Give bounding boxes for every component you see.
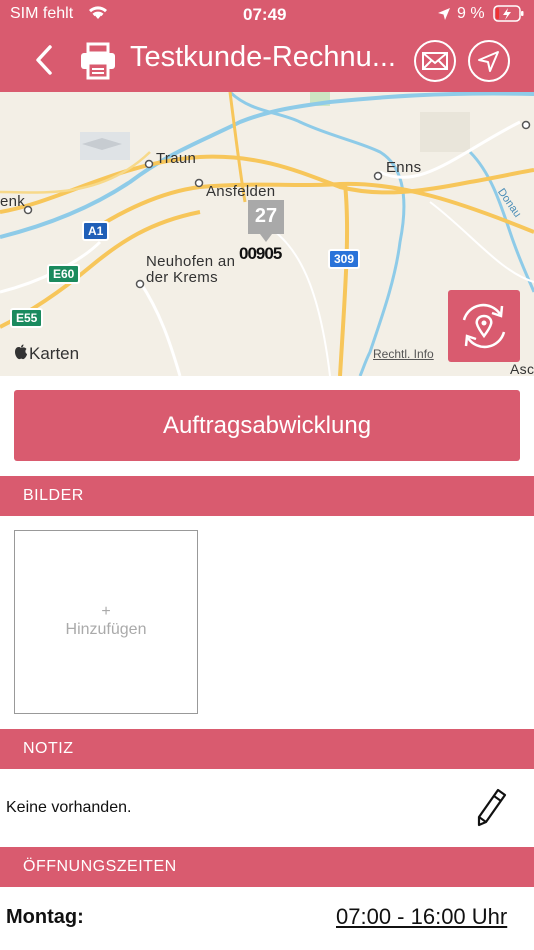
top-bar: SIM fehlt 07:49 9 % Testkunde-Rechnu... — [0, 0, 534, 92]
map-label-asc: Asc — [510, 361, 534, 376]
add-image-label: Hinzufügen — [65, 621, 147, 638]
hours-time[interactable]: 07:00 - 16:00 Uhr — [336, 904, 507, 930]
road-shield-e55: E55 — [10, 308, 44, 328]
map-label-neuhofen: Neuhofen an — [146, 253, 236, 270]
back-chevron-icon[interactable] — [34, 44, 54, 81]
map-cluster-pin[interactable]: 27 — [248, 200, 284, 244]
apple-logo-icon — [14, 344, 28, 365]
add-image-button[interactable]: + Hinzufügen — [14, 530, 198, 714]
navigate-icon — [478, 51, 499, 72]
cluster-label: 00905 — [239, 244, 282, 263]
battery-icon — [493, 5, 525, 28]
page-title: Testkunde-Rechnu... — [130, 41, 396, 73]
carrier-text: SIM fehlt — [10, 5, 74, 22]
battery-percent: 9 % — [457, 5, 485, 22]
map-label-traun: Traun — [156, 150, 197, 167]
mail-icon — [422, 52, 448, 70]
hours-day: Montag: — [6, 906, 84, 928]
refresh-location-button[interactable] — [448, 290, 520, 362]
nav-bar: Testkunde-Rechnu... — [0, 36, 534, 88]
section-header-hours: ÖFFNUNGSZEITEN — [0, 847, 534, 887]
cluster-count: 27 — [254, 205, 278, 227]
road-shield-a1: A1 — [82, 221, 110, 241]
map-label-krems: der Krems — [146, 269, 218, 286]
mail-button[interactable] — [414, 40, 456, 82]
refresh-location-icon — [462, 303, 506, 349]
add-plus-icon: + — [101, 603, 111, 620]
note-text: Keine vorhanden. — [6, 799, 132, 816]
map-attribution: Karten — [29, 344, 80, 363]
status-bar: SIM fehlt 07:49 9 % — [0, 0, 534, 28]
location-arrow-icon — [437, 6, 451, 26]
map-label-enk: enk — [0, 193, 26, 210]
map-view[interactable]: Traun Ansfelden Enns Neuhofen an der Kre… — [0, 92, 534, 376]
road-shield-309: 309 — [328, 249, 361, 269]
section-header-note: NOTIZ — [0, 729, 534, 769]
order-processing-button[interactable]: Auftragsabwicklung — [14, 390, 520, 461]
legal-info-link[interactable]: Rechtl. Info — [373, 347, 434, 361]
pencil-icon[interactable] — [476, 788, 508, 833]
map-label-enns: Enns — [386, 159, 422, 176]
status-time: 07:49 — [243, 5, 287, 24]
printer-icon[interactable] — [78, 42, 118, 85]
navigate-button[interactable] — [468, 40, 510, 82]
section-header-images: BILDER — [0, 476, 534, 516]
wifi-icon — [86, 3, 110, 26]
section-title-hours: ÖFFNUNGSZEITEN — [23, 858, 177, 875]
map-label-ansfelden: Ansfelden — [206, 183, 276, 200]
section-title-note: NOTIZ — [23, 740, 74, 757]
section-title-images: BILDER — [23, 487, 84, 504]
road-shield-e60: E60 — [47, 264, 81, 284]
